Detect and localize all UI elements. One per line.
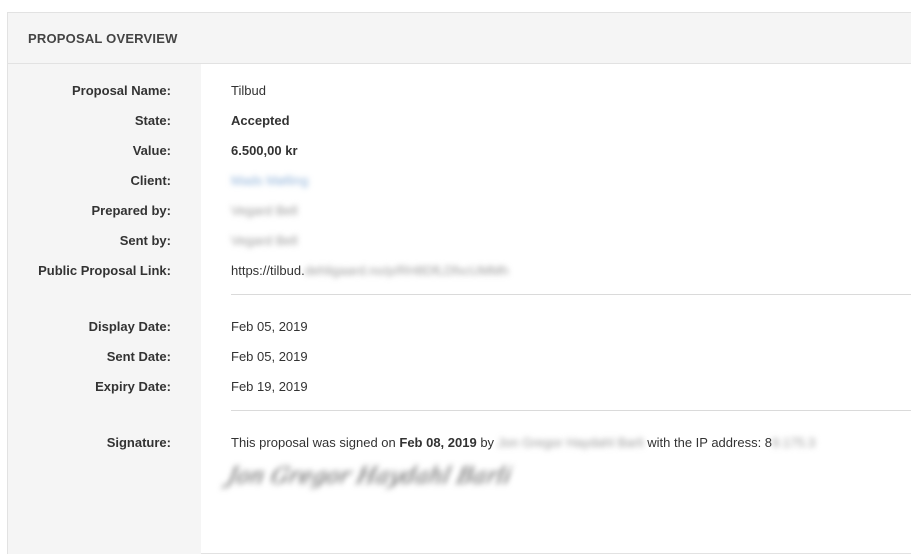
row-public-link: Public Proposal Link: https://tilbud.deh…	[8, 255, 911, 285]
public-link-label: Public Proposal Link:	[38, 262, 171, 278]
prepared-by-label: Prepared by:	[91, 202, 171, 218]
panel-title: PROPOSAL OVERVIEW	[28, 30, 178, 46]
client-label: Client:	[130, 172, 171, 188]
signature-text-before: This proposal was signed on	[231, 434, 400, 450]
signature-image: Jon Gregor Haydahl Barli	[225, 464, 514, 489]
signature-text: This proposal was signed on Feb 08, 2019…	[231, 435, 815, 450]
row-sent-by: Sent by: Vegard Bell	[8, 225, 911, 255]
signer-name: Jon Gregor Haydahl Barli	[497, 434, 644, 450]
value-amount: 6.500,00 kr	[231, 142, 298, 158]
public-link-prefix: https://tilbud.	[231, 262, 305, 278]
expiry-date-label: Expiry Date:	[95, 378, 171, 394]
signature-text-ip: with the IP address: 8	[643, 434, 773, 450]
display-date-value: Feb 05, 2019	[231, 318, 308, 334]
row-client: Client: Mads Mølling	[8, 165, 911, 195]
signature-script: Jon Gregor Haydahl Barli	[225, 464, 514, 489]
proposal-overview-panel: PROPOSAL OVERVIEW Proposal Name: Tilbud …	[7, 12, 911, 554]
public-link-value[interactable]: https://tilbud.dehligaard.no/p/RH8DfLDfx…	[231, 263, 508, 278]
sent-date-label: Sent Date:	[106, 348, 171, 364]
prepared-by-value: Vegard Bell	[231, 202, 298, 218]
sent-by-label: Sent by:	[119, 232, 171, 248]
state-label: State:	[134, 112, 171, 128]
row-expiry-date: Expiry Date: Feb 19, 2019	[8, 371, 911, 401]
divider	[231, 410, 911, 411]
value-label: Value:	[132, 142, 171, 158]
signature-label: Signature:	[106, 434, 171, 450]
proposal-name-value: Tilbud	[231, 82, 266, 98]
signature-date: Feb 08, 2019	[399, 434, 477, 450]
row-value: Value: 6.500,00 kr	[8, 135, 911, 165]
divider	[231, 294, 911, 295]
expiry-date-value: Feb 19, 2019	[231, 378, 308, 394]
state-value: Accepted	[231, 112, 290, 128]
row-sent-date: Sent Date: Feb 05, 2019	[8, 341, 911, 371]
proposal-name-label: Proposal Name:	[72, 82, 171, 98]
row-prepared-by: Prepared by: Vegard Bell	[8, 195, 911, 225]
row-state: State: Accepted	[8, 105, 911, 135]
panel-header: PROPOSAL OVERVIEW	[8, 13, 911, 64]
client-link[interactable]: Mads Mølling	[231, 173, 308, 188]
sent-date-value: Feb 05, 2019	[231, 348, 308, 364]
row-display-date: Display Date: Feb 05, 2019	[8, 311, 911, 341]
row-signature: Signature: This proposal was signed on F…	[8, 427, 911, 457]
display-date-label: Display Date:	[88, 318, 171, 334]
public-link-redacted: dehligaard.no/p/RH8DfLDfxcUMMh	[304, 262, 509, 278]
ip-address: 9.175.3	[772, 434, 816, 450]
panel-body: Proposal Name: Tilbud State: Accepted Va…	[8, 64, 911, 554]
signature-text-by: by	[476, 434, 498, 450]
row-proposal-name: Proposal Name: Tilbud	[8, 75, 911, 105]
sent-by-value: Vegard Bell	[231, 232, 298, 248]
